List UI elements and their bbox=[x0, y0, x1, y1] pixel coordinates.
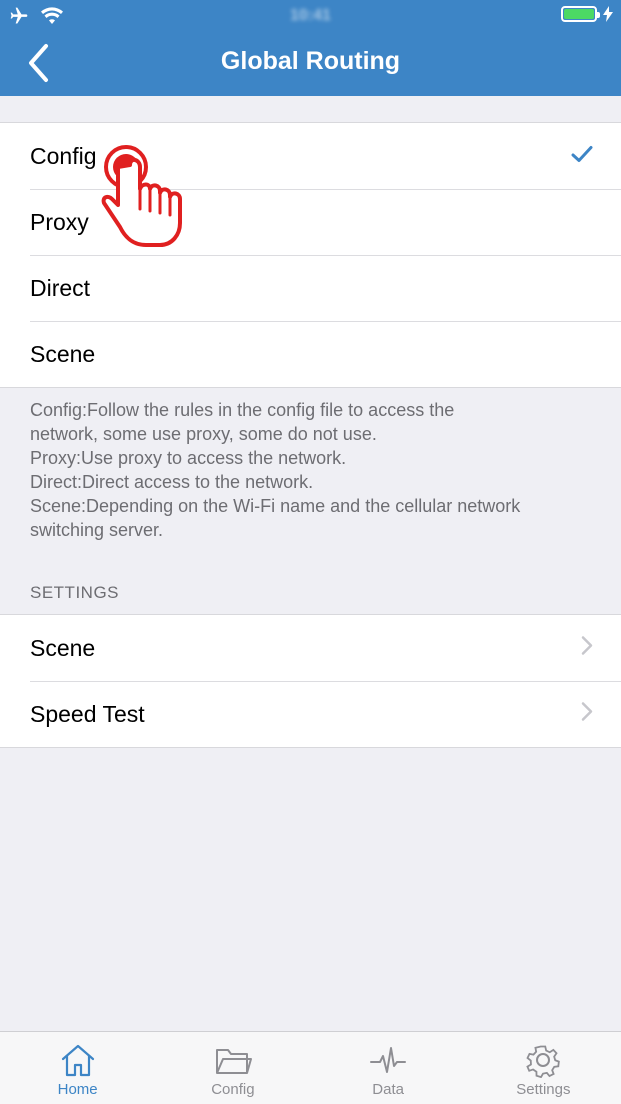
routing-option-scene[interactable]: Scene bbox=[0, 321, 621, 387]
tab-bar: Home Config Data Settings bbox=[0, 1031, 621, 1104]
tab-home[interactable]: Home bbox=[0, 1032, 155, 1104]
option-label: Config bbox=[30, 142, 97, 169]
pulse-icon bbox=[370, 1047, 407, 1073]
tab-label: Config bbox=[211, 1081, 255, 1098]
routing-option-direct[interactable]: Direct bbox=[0, 255, 621, 321]
navigation-bar: 10:41 Global Routing bbox=[0, 0, 621, 96]
tab-label: Settings bbox=[516, 1081, 571, 1098]
option-label: Direct bbox=[30, 274, 91, 301]
folder-icon bbox=[215, 1049, 252, 1074]
tab-label: Home bbox=[57, 1081, 98, 1098]
page-title: Global Routing bbox=[220, 47, 401, 75]
description-line: Proxy:Use proxy to access the network. bbox=[30, 448, 347, 468]
settings-list: Scene Speed Test bbox=[0, 614, 621, 748]
routing-option-proxy[interactable]: Proxy bbox=[0, 189, 621, 255]
option-label: Proxy bbox=[30, 208, 89, 235]
settings-item-scene[interactable]: Scene bbox=[0, 615, 621, 681]
description-line: Direct:Direct access to the network. bbox=[30, 472, 314, 492]
routing-description: Config:Follow the rules in the config fi… bbox=[30, 398, 600, 542]
routing-options-list: Config Proxy Direct Scene bbox=[0, 122, 621, 388]
settings-item-label: Scene bbox=[30, 634, 96, 661]
description-line: network, some use proxy, some do not use… bbox=[30, 424, 377, 444]
tab-config[interactable]: Config bbox=[155, 1032, 310, 1104]
chevron-right-icon bbox=[581, 635, 593, 662]
status-time: 10:41 bbox=[290, 7, 331, 24]
charging-bolt-icon bbox=[603, 6, 613, 22]
settings-section-header: SETTINGS bbox=[30, 583, 120, 602]
settings-item-speed-test[interactable]: Speed Test bbox=[0, 681, 621, 747]
tab-label: Data bbox=[372, 1081, 404, 1098]
routing-option-config[interactable]: Config bbox=[0, 123, 621, 189]
home-icon bbox=[61, 1044, 94, 1077]
status-right bbox=[561, 6, 613, 22]
gear-icon bbox=[526, 1045, 561, 1078]
option-label: Scene bbox=[30, 340, 96, 367]
settings-item-label: Speed Test bbox=[30, 700, 145, 727]
tab-settings[interactable]: Settings bbox=[466, 1032, 621, 1104]
checkmark-icon bbox=[571, 143, 593, 170]
chevron-right-icon bbox=[581, 701, 593, 728]
tab-data[interactable]: Data bbox=[311, 1032, 466, 1104]
battery-icon bbox=[561, 6, 600, 22]
description-line: switching server. bbox=[30, 520, 164, 540]
status-bar: 10:41 bbox=[0, 0, 621, 32]
description-line: Scene:Depending on the Wi-Fi name and th… bbox=[30, 496, 521, 516]
description-line: Config:Follow the rules in the config fi… bbox=[30, 400, 455, 420]
